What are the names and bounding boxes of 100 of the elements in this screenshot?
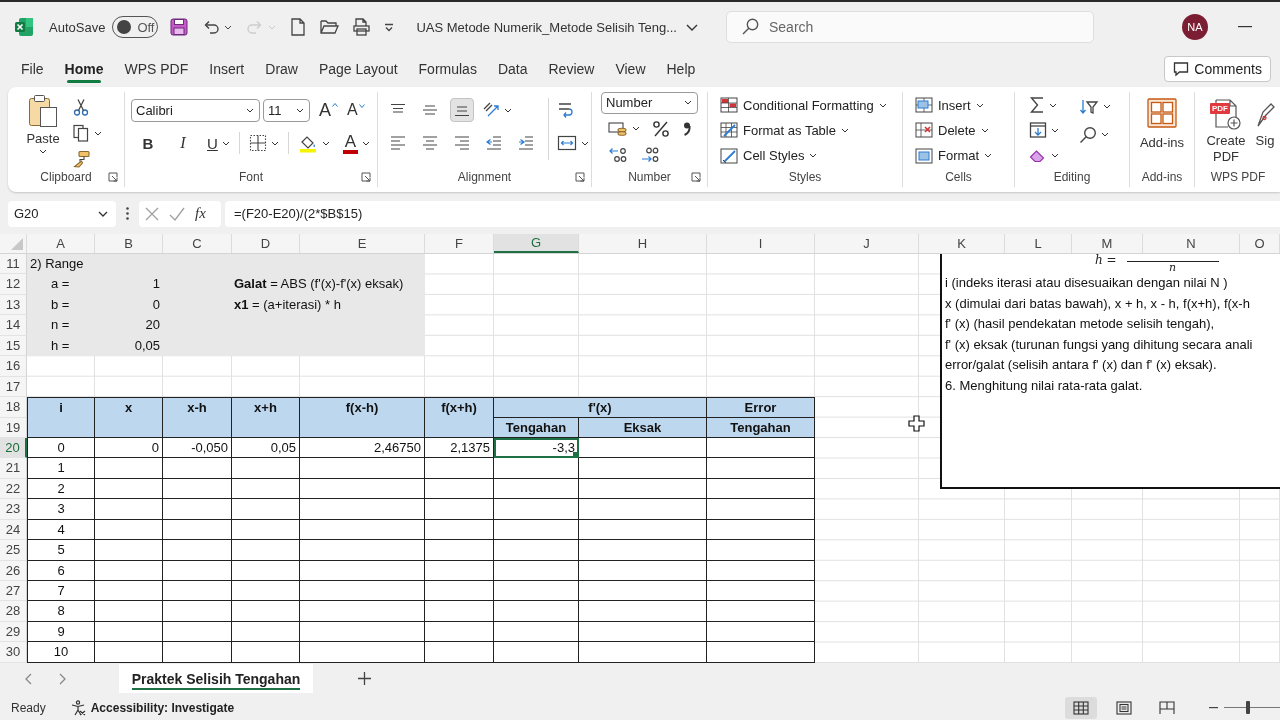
row-header[interactable]: 22 <box>0 478 27 500</box>
cell-styles-button[interactable]: Cell Styles <box>720 144 896 167</box>
new-file-button[interactable] <box>290 18 307 36</box>
row-header[interactable]: 13 <box>0 294 27 316</box>
normal-view-button[interactable] <box>1065 696 1097 719</box>
cancel-button[interactable] <box>145 206 159 221</box>
merge-center-button[interactable] <box>557 134 589 152</box>
save-button[interactable] <box>170 18 189 36</box>
add-sheet-button[interactable] <box>358 672 371 685</box>
ribbon-tab[interactable]: Page Layout <box>318 54 398 84</box>
column-header[interactable]: E <box>300 234 425 253</box>
insert-function-button[interactable]: fx <box>195 205 206 222</box>
bottom-align-button[interactable] <box>450 98 474 122</box>
column-header[interactable]: D <box>232 234 300 253</box>
row-header[interactable]: 21 <box>0 458 27 479</box>
ribbon-tab[interactable]: WPS PDF <box>124 54 189 84</box>
ribbon-tab[interactable]: Draw <box>265 54 298 84</box>
row-header[interactable]: 17 <box>0 376 27 398</box>
font-name-field[interactable]: Calibri <box>131 98 260 122</box>
comma-style-button[interactable] <box>682 120 692 137</box>
column-header[interactable]: B <box>95 234 163 253</box>
ribbon-tab[interactable]: Data <box>497 54 528 84</box>
row-header[interactable]: 16 <box>0 356 27 377</box>
delete-cells-button[interactable]: Delete <box>915 119 1008 142</box>
font-size-field[interactable]: 11 <box>263 98 310 122</box>
row-header[interactable]: 15 <box>0 335 27 357</box>
column-header[interactable]: K <box>919 234 1005 253</box>
column-header[interactable]: G <box>494 234 579 253</box>
copy-button[interactable] <box>72 124 102 142</box>
insert-cells-button[interactable]: Insert <box>915 94 1008 117</box>
row-header[interactable]: 23 <box>0 499 27 520</box>
increase-font-size-button[interactable]: A <box>319 99 338 121</box>
row-header[interactable]: 14 <box>0 315 27 336</box>
orientation-button[interactable] <box>482 101 512 119</box>
row-header[interactable]: 30 <box>0 642 27 663</box>
minimize-button[interactable] <box>1238 26 1252 28</box>
column-header[interactable]: I <box>707 234 815 253</box>
dialog-launcher-icon[interactable] <box>108 172 118 182</box>
comments-button[interactable]: Comments <box>1164 56 1271 82</box>
undo-button[interactable] <box>202 18 233 36</box>
row-header[interactable]: 24 <box>0 519 27 541</box>
sign-button[interactable]: Sig <box>1255 98 1275 167</box>
decrease-decimal-button[interactable] <box>608 146 628 165</box>
previous-sheet-button[interactable] <box>23 672 33 685</box>
column-header[interactable]: O <box>1240 234 1280 253</box>
accounting-format-button[interactable] <box>608 120 640 137</box>
conditional-formatting-button[interactable]: Conditional Formatting <box>720 94 896 117</box>
ribbon-tab[interactable]: Formulas <box>418 54 477 84</box>
decrease-font-size-button[interactable]: A <box>347 101 365 119</box>
row-header[interactable]: 20 <box>0 437 27 459</box>
paste-button[interactable]: Paste <box>20 92 66 167</box>
column-header[interactable]: A <box>27 234 95 253</box>
zoom-out-button[interactable] <box>1209 706 1218 709</box>
percent-style-button[interactable] <box>652 119 670 138</box>
print-preview-button[interactable] <box>353 18 371 36</box>
enter-button[interactable] <box>169 206 185 221</box>
row-header[interactable]: 11 <box>0 254 27 275</box>
create-pdf-button[interactable]: PDF Create PDF <box>1201 98 1251 167</box>
account-avatar[interactable]: NA <box>1182 14 1208 40</box>
ribbon-tab[interactable]: Review <box>548 54 595 84</box>
column-header[interactable]: H <box>579 234 707 253</box>
row-header[interactable]: 12 <box>0 274 27 295</box>
add-ins-button[interactable]: Add-ins <box>1139 98 1185 167</box>
name-box[interactable]: G20 <box>8 200 116 227</box>
underline-button[interactable]: U <box>207 134 230 152</box>
sheet-tab[interactable]: Praktek Selisih Tengahan <box>119 664 313 693</box>
dialog-launcher-icon[interactable] <box>361 172 371 182</box>
number-format-field[interactable]: Number <box>601 92 698 114</box>
font-color-button[interactable]: A <box>342 132 371 154</box>
next-sheet-button[interactable] <box>57 672 67 685</box>
customize-toolbar-button[interactable] <box>384 22 395 32</box>
italic-button[interactable]: I <box>174 134 192 152</box>
column-header[interactable]: J <box>815 234 919 253</box>
format-as-table-button[interactable]: Format as Table <box>720 119 896 142</box>
column-header[interactable]: N <box>1143 234 1240 253</box>
dialog-launcher-icon[interactable] <box>575 172 585 182</box>
accessibility-button[interactable]: Accessibility: Investigate <box>69 699 235 716</box>
row-header[interactable]: 26 <box>0 560 27 581</box>
row-header[interactable]: 29 <box>0 621 27 643</box>
column-header[interactable]: M <box>1072 234 1143 253</box>
open-file-button[interactable] <box>320 19 340 35</box>
row-header[interactable]: 18 <box>0 397 27 418</box>
document-title[interactable]: UAS Metode Numerik_Metode Selisih Teng... <box>416 19 698 35</box>
wrap-text-button[interactable] <box>557 101 575 119</box>
borders-button[interactable] <box>248 134 279 152</box>
zoom-slider-thumb[interactable] <box>1246 701 1251 714</box>
ribbon-tab[interactable]: Home <box>64 54 104 84</box>
increase-decimal-button[interactable] <box>640 146 660 165</box>
row-header[interactable]: 19 <box>0 417 27 438</box>
search-field[interactable]: Search <box>726 11 1094 43</box>
column-header[interactable]: L <box>1005 234 1072 253</box>
column-header[interactable]: C <box>163 234 232 253</box>
row-header[interactable]: 27 <box>0 581 27 602</box>
row-header[interactable]: 25 <box>0 540 27 561</box>
ribbon-tab[interactable]: View <box>615 54 646 84</box>
ribbon-tab[interactable]: File <box>21 54 44 84</box>
bold-button[interactable]: B <box>139 134 157 152</box>
dialog-launcher-icon[interactable] <box>691 172 701 182</box>
formula-field[interactable]: =(F20-E20)/(2*$B$15) <box>225 200 1280 227</box>
format-cells-button[interactable]: Format <box>915 144 1008 167</box>
